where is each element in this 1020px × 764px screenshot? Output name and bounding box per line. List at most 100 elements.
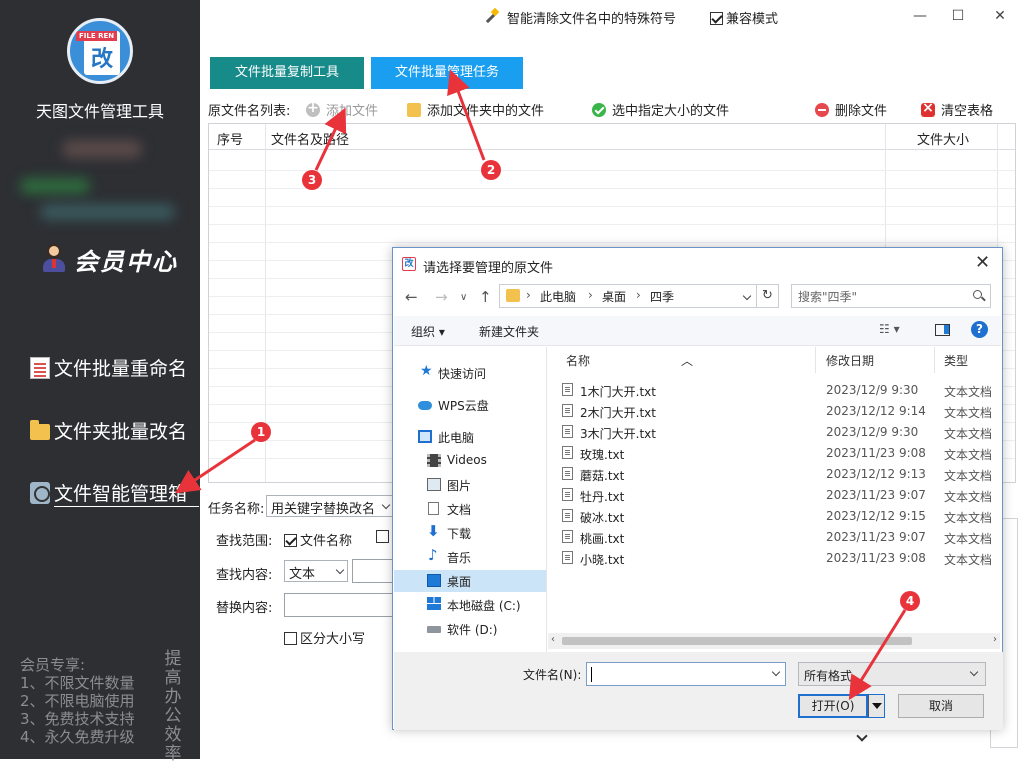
file-list[interactable]: ︿ 名称 修改日期 类型 1木门大开.txt 2023/12/9 9:30 文本文档… <box>548 347 998 633</box>
nav-label: 桌面 <box>447 575 472 589</box>
case-sensitive-checkbox[interactable]: 区分大小写 <box>284 628 365 647</box>
find-type-select[interactable]: 文本 <box>284 560 348 582</box>
replace-input[interactable] <box>284 593 394 617</box>
nav-quick-access[interactable]: ★ 快速访问 <box>394 362 546 384</box>
file-row[interactable]: 牡丹.txt 2023/11/23 9:07 文本文档 <box>548 484 998 505</box>
compat-mode-checkbox[interactable]: 兼容模式 <box>710 8 778 27</box>
column-name[interactable]: 名称 <box>566 352 590 369</box>
preview-pane-icon[interactable] <box>935 324 950 336</box>
nav-disk-c[interactable]: 本地磁盘 (C:) <box>394 594 546 616</box>
add-folder-files-button[interactable]: 添加文件夹中的文件 <box>407 100 544 119</box>
filename-input[interactable] <box>586 662 786 686</box>
file-row[interactable]: 小晓.txt 2023/11/23 9:08 文本文档 <box>548 547 998 568</box>
nav-documents[interactable]: 文档 <box>394 498 546 520</box>
nav-smart-manager[interactable]: 文件智能管理箱 <box>28 478 200 508</box>
find-input[interactable] <box>352 559 394 583</box>
nav-desktop[interactable]: 桌面 <box>394 570 546 592</box>
filename-label: 文件名(N): <box>523 668 582 682</box>
breadcrumb-this-pc[interactable]: 此电脑 <box>540 288 576 305</box>
scroll-right-icon[interactable]: › <box>993 634 997 645</box>
horizontal-scrollbar[interactable]: ‹ › <box>548 633 1000 649</box>
file-row[interactable]: 2木门大开.txt 2023/12/12 9:14 文本文档 <box>548 400 998 421</box>
file-name: 3木门大开.txt <box>580 427 656 441</box>
scroll-left-icon[interactable]: ‹ <box>551 634 555 645</box>
clear-table-button[interactable]: 清空表格 <box>921 100 993 119</box>
text-file-icon <box>562 425 573 438</box>
help-icon[interactable]: ? <box>971 321 988 338</box>
open-dropdown-button[interactable] <box>868 694 885 718</box>
cancel-button[interactable]: 取消 <box>898 694 984 718</box>
annotation-marker-1: 1 <box>251 422 271 442</box>
search-input[interactable]: 搜索"四季" <box>791 284 991 308</box>
column-type[interactable]: 类型 <box>944 352 968 369</box>
member-center-label: 会员中心 <box>74 247 178 276</box>
column-date[interactable]: 修改日期 <box>826 352 874 369</box>
view-options-icon[interactable]: ☷ ▾ <box>879 322 900 336</box>
file-row[interactable]: 蘑菇.txt 2023/12/12 9:13 文本文档 <box>548 463 998 484</box>
file-row[interactable]: 3木门大开.txt 2023/12/9 9:30 文本文档 <box>548 421 998 442</box>
nav-pictures[interactable]: 图片 <box>394 474 546 496</box>
check-icon <box>592 103 606 117</box>
add-file-button[interactable]: 添加文件 <box>306 100 378 119</box>
delete-file-button[interactable]: 删除文件 <box>815 100 887 119</box>
member-center-button[interactable]: 会员中心 <box>40 240 180 276</box>
chevron-down-icon[interactable] <box>742 291 752 301</box>
breadcrumb-seasons[interactable]: 四季 <box>650 288 674 305</box>
video-icon <box>427 454 441 467</box>
breadcrumb-desktop[interactable]: 桌面 <box>602 288 626 305</box>
recent-dropdown-icon[interactable]: ∨ <box>460 292 467 303</box>
cloud-icon <box>418 401 432 410</box>
checkbox-icon <box>710 12 723 25</box>
nav-videos[interactable]: Videos <box>394 450 546 472</box>
nav-label: 本地磁盘 (C:) <box>447 599 521 613</box>
tab-batch-manage[interactable]: 文件批量管理任务 <box>371 57 523 89</box>
up-arrow-icon[interactable]: ↑ <box>479 288 492 306</box>
open-button[interactable]: 打开(O) <box>798 694 868 718</box>
document-list-icon <box>30 357 50 379</box>
disk-c-icon <box>427 597 441 603</box>
search-box-icon <box>30 482 50 504</box>
nav-folder-rename[interactable]: 文件夹批量改名 <box>28 416 198 446</box>
chevron-down-icon[interactable] <box>771 667 781 677</box>
forward-arrow-icon[interactable]: → <box>435 288 448 306</box>
select-by-size-button[interactable]: 选中指定大小的文件 <box>592 100 729 119</box>
new-folder-button[interactable]: 新建文件夹 <box>479 323 539 340</box>
address-bar[interactable]: › 此电脑 › 桌面 › 四季 <box>499 284 757 308</box>
maximize-button[interactable]: ☐ <box>943 4 973 28</box>
nav-this-pc[interactable]: 此电脑 <box>394 426 546 448</box>
nav-downloads[interactable]: ⬇ 下载 <box>394 522 546 544</box>
close-button[interactable]: ✕ <box>985 4 1015 28</box>
file-list-label: 原文件名列表: <box>208 104 291 119</box>
file-row[interactable]: 玫瑰.txt 2023/11/23 9:08 文本文档 <box>548 442 998 463</box>
tab-batch-copy[interactable]: 文件批量复制工具 <box>210 57 364 89</box>
filetype-select[interactable]: 所有格式 <box>798 662 986 686</box>
minimize-button[interactable]: — <box>905 4 935 28</box>
text-caret <box>591 667 592 682</box>
nav-music[interactable]: ♪ 音乐 <box>394 546 546 568</box>
chevron-down-icon[interactable] <box>856 730 868 742</box>
breadcrumb-separator-icon: › <box>588 288 593 302</box>
add-folder-files-label: 添加文件夹中的文件 <box>427 104 545 119</box>
scroll-thumb[interactable] <box>562 637 912 645</box>
organize-menu[interactable]: 组织 ▾ <box>411 323 445 340</box>
file-type: 文本文档 <box>944 490 993 504</box>
dialog-close-button[interactable]: ✕ <box>975 252 990 273</box>
nav-wps-cloud[interactable]: WPS云盘 <box>394 394 546 416</box>
back-arrow-icon[interactable]: ← <box>405 288 418 306</box>
refresh-icon[interactable]: ↻ <box>757 284 779 308</box>
nav-batch-rename[interactable]: 文件批量重命名 <box>28 353 198 383</box>
vip-line: 1、不限文件数量 <box>20 674 135 692</box>
pane-splitter[interactable] <box>546 347 547 653</box>
file-date: 2023/11/23 9:08 <box>826 446 926 460</box>
file-row[interactable]: 1木门大开.txt 2023/12/9 9:30 文本文档 <box>548 379 998 400</box>
file-row[interactable]: 破冰.txt 2023/12/12 9:15 文本文档 <box>548 505 998 526</box>
pc-icon <box>418 430 432 443</box>
nav-label: 音乐 <box>447 551 472 565</box>
nav-disk-d[interactable]: 软件 (D:) <box>394 618 546 640</box>
task-name-select[interactable]: 用关键字替换改名 <box>266 495 394 517</box>
scope-extra-checkbox[interactable] <box>376 530 392 545</box>
scope-filename-checkbox[interactable]: 文件名称 <box>284 530 352 549</box>
file-row[interactable]: 桃画.txt 2023/11/23 9:07 文本文档 <box>548 526 998 547</box>
navigation-pane: ★ 快速访问 WPS云盘 此电脑 Videos 图片 文档 ⬇ 下载 ♪ 音乐 桌面 … <box>394 347 546 651</box>
clear-icon <box>921 100 935 117</box>
